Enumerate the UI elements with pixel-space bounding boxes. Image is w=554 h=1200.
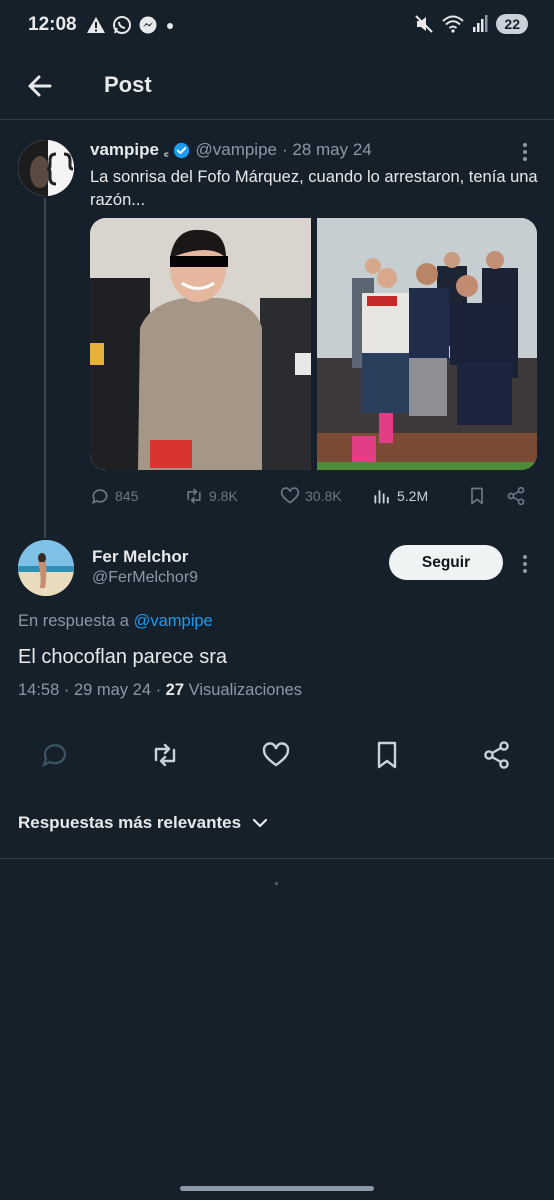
reply-author-name[interactable]: Fer Melchor	[92, 547, 188, 567]
retweet-icon	[187, 488, 201, 504]
chevron-down-icon	[252, 818, 268, 828]
reply-views-label[interactable]: Visualizaciones	[189, 681, 302, 699]
in-reply-handle-link[interactable]: @vampipe	[134, 612, 213, 630]
wifi-icon	[442, 15, 465, 33]
reply-action[interactable]: 845	[90, 486, 138, 506]
tweet-actions: 845 9.8K 30.8K 5.2M	[90, 484, 536, 510]
views-chart-icon	[374, 490, 389, 504]
mute-icon	[415, 15, 434, 33]
tweet-text: La sonrisa del Fofo Márquez, cuando lo a…	[90, 168, 538, 209]
home-indicator[interactable]	[180, 1186, 374, 1191]
tweet-header: vampipe ꜀ @vampipe · 28 may 24	[90, 140, 372, 160]
tweet-date: · 28 may 24	[282, 140, 372, 159]
reply-actions	[0, 740, 554, 772]
page-title: Post	[104, 72, 152, 97]
reply-like-button[interactable]	[261, 740, 293, 772]
bookmark-icon	[377, 741, 397, 769]
avatar-fermelchor[interactable]	[18, 540, 74, 596]
reply-more-button[interactable]	[515, 552, 535, 576]
section-divider	[0, 858, 554, 859]
reply-count: 845	[115, 488, 139, 504]
verified-badge-icon	[174, 142, 190, 158]
author-name-suffix: ꜀	[163, 143, 169, 158]
views-action[interactable]: 5.2M	[372, 486, 428, 506]
like-count: 30.8K	[305, 488, 342, 504]
notification-icons	[86, 15, 176, 35]
loading-dot	[275, 882, 278, 885]
reply-retweet-button[interactable]	[150, 740, 182, 772]
bookmark-icon	[471, 487, 483, 505]
media-photo-1[interactable]	[90, 218, 311, 470]
comment-icon	[92, 489, 108, 505]
media-photo-2[interactable]	[316, 218, 537, 470]
photo-arrest	[90, 218, 311, 470]
avatar-vampipe[interactable]	[18, 140, 74, 196]
avatar-image	[18, 540, 74, 596]
like-action[interactable]: 30.8K	[280, 486, 342, 506]
reply-text: El chocoflan parece sra	[18, 646, 228, 668]
view-count: 5.2M	[397, 488, 429, 504]
retweet-count: 9.8K	[209, 488, 238, 504]
share-icon	[507, 486, 525, 506]
in-reply-prefix: En respuesta a	[18, 612, 129, 630]
in-reply-to: En respuesta a @vampipe	[18, 612, 213, 631]
reply-reply-button[interactable]	[40, 740, 72, 772]
author-handle[interactable]: @vampipe	[195, 140, 277, 160]
thread-line	[44, 198, 46, 538]
bookmark-action[interactable]	[467, 486, 487, 506]
reply-view-count: 27	[165, 681, 185, 699]
sort-label: Respuestas más relevantes	[18, 813, 242, 832]
signal-icon	[473, 15, 488, 32]
warning-icon	[87, 17, 105, 33]
arrow-left-icon	[28, 75, 52, 97]
reply-share-button[interactable]	[482, 740, 514, 772]
share-action[interactable]	[506, 486, 526, 506]
system-icons: 22	[414, 14, 528, 34]
battery-indicator: 22	[496, 14, 528, 34]
comment-icon	[42, 744, 67, 768]
whatsapp-icon	[113, 16, 131, 34]
status-time: 12:08	[28, 14, 77, 35]
heart-icon	[280, 487, 300, 504]
tweet-media[interactable]	[90, 218, 537, 470]
reply-author-handle[interactable]: @FerMelchor9	[92, 569, 198, 587]
replies-sort-dropdown[interactable]: Respuestas más relevantes	[18, 813, 269, 833]
status-bar: 12:08 22	[0, 0, 554, 52]
retweet-icon	[154, 743, 176, 767]
reply-bookmark-button[interactable]	[372, 740, 404, 772]
author-name[interactable]: vampipe	[90, 140, 159, 160]
avatar-image	[18, 140, 74, 196]
dot-icon	[167, 23, 173, 29]
tweet-more-button[interactable]	[515, 140, 535, 164]
heart-icon	[262, 742, 290, 767]
photo-group	[316, 218, 537, 470]
messenger-icon	[139, 16, 157, 34]
reply-meta: 14:58 · 29 may 24 · 27 Visualizaciones	[18, 681, 302, 700]
retweet-action[interactable]: 9.8K	[184, 486, 238, 506]
page-header: Post	[0, 52, 554, 120]
follow-button[interactable]: Seguir	[389, 545, 503, 580]
back-button[interactable]	[24, 70, 56, 102]
reply-timestamp: 14:58 · 29 may 24 ·	[18, 681, 166, 699]
share-icon	[484, 741, 509, 769]
